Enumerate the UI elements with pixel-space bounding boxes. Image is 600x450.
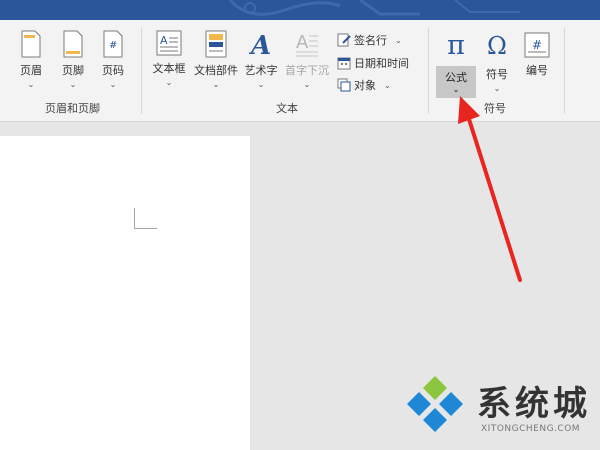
watermark-url: XITONGCHENG.COM [481,424,581,434]
watermark-text: 系统城 [477,384,591,424]
watermark-logo [407,376,463,432]
watermark: 系统城 XITONGCHENG.COM [405,372,595,444]
